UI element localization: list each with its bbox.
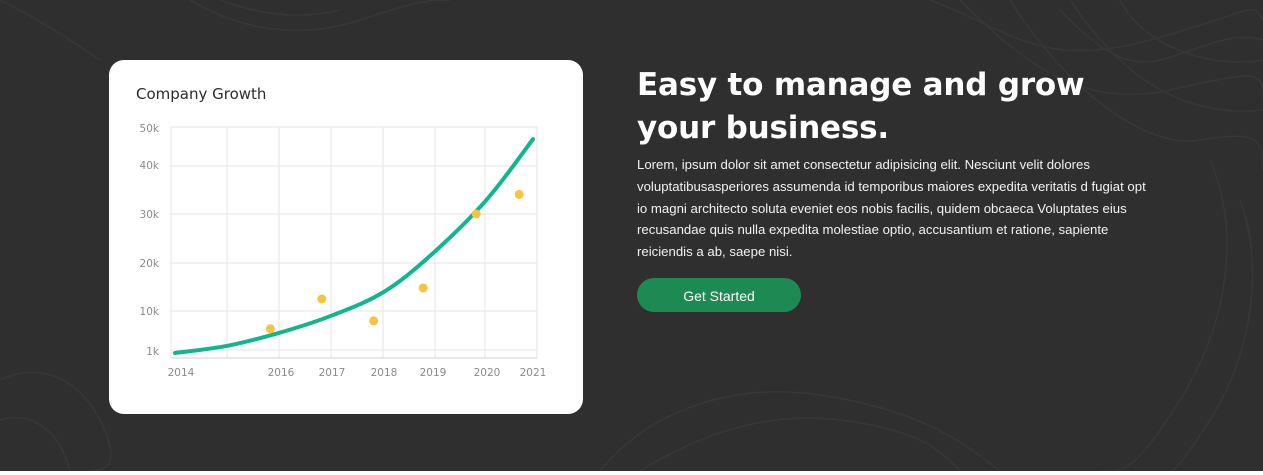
x-tick-label: 2017: [319, 367, 346, 379]
x-tick-label: 2018: [371, 367, 398, 379]
growth-curve: [173, 137, 535, 355]
hero-copy: Easy to manage and grow your business. L…: [637, 64, 1147, 312]
data-point: [369, 316, 379, 326]
hero-section: Company Growth 50k 40k 30k 20k 10k 1k 2014 201…: [0, 0, 1263, 471]
growth-chart: 50k 40k 30k 20k 10k 1k 2014 2016 2017 2018 2019 20…: [140, 123, 547, 379]
y-tick-label: 1k: [146, 346, 160, 358]
x-tick-label: 2021: [520, 367, 547, 379]
y-tick-label: 10k: [140, 306, 160, 318]
y-tick-label: 20k: [140, 258, 160, 270]
y-tick-label: 50k: [140, 123, 160, 135]
x-tick-label: 2016: [268, 367, 295, 379]
get-started-button[interactable]: Get Started: [637, 277, 801, 312]
x-tick-label: 2014: [168, 367, 195, 379]
hero-headline: Easy to manage and grow your business.: [637, 67, 1085, 146]
y-tick-label: 40k: [140, 160, 160, 172]
bottom-strip: [0, 471, 1263, 475]
x-tick-label: 2020: [474, 367, 501, 379]
data-point: [317, 294, 327, 304]
growth-chart-card: Company Growth 50k 40k 30k 20k 10k 1k 2014 201…: [109, 60, 583, 414]
y-tick-label: 30k: [140, 209, 160, 221]
data-point: [418, 283, 428, 293]
data-point: [514, 189, 524, 199]
x-tick-label: 2019: [420, 367, 447, 379]
hero-description: Lorem, ipsum dolor sit amet consectetur …: [637, 157, 1146, 260]
data-point: [471, 209, 481, 219]
data-point: [265, 324, 275, 334]
